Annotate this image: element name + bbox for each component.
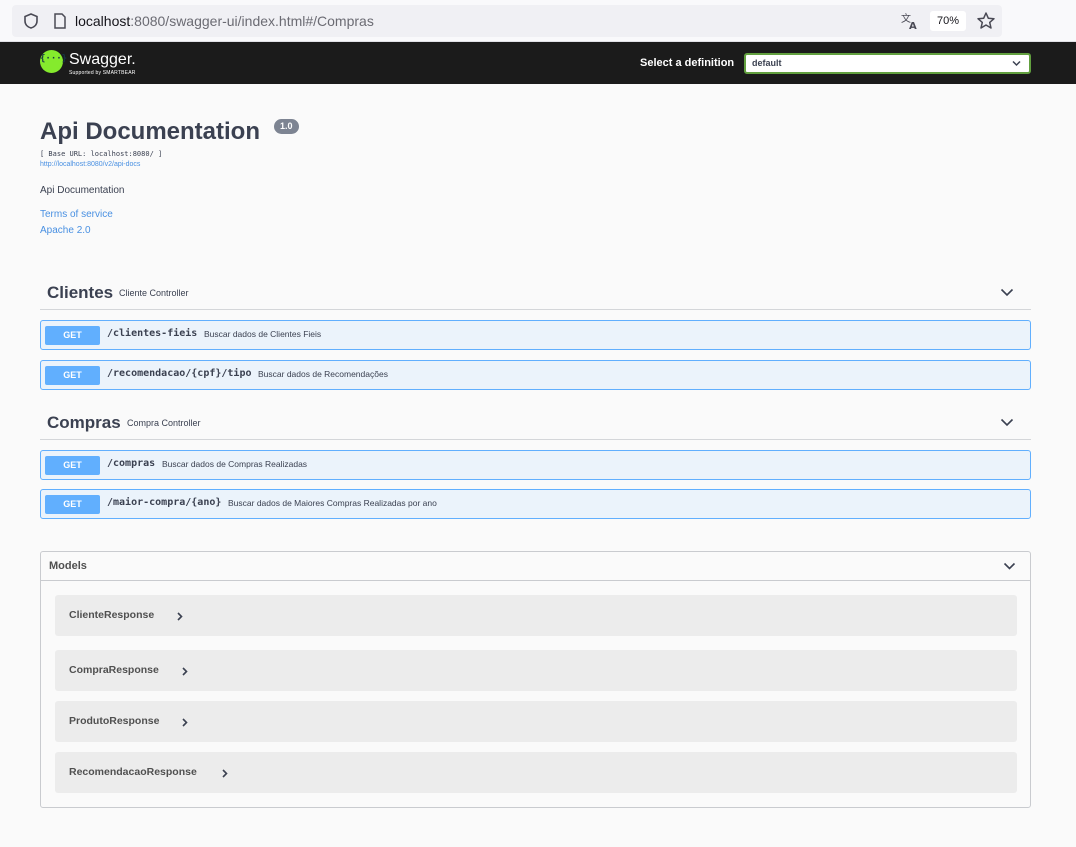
tag-name: Clientes: [47, 283, 114, 302]
model-name: CompraResponse: [69, 664, 159, 676]
tag-name: Compras: [47, 413, 121, 432]
tag-header-compras[interactable]: Compras Compra Controller: [40, 406, 1031, 440]
model-name: ClienteResponse: [69, 609, 155, 621]
tag-description: Compra Controller: [127, 418, 201, 428]
operation-summary: Buscar dados de Maiores Compras Realizad…: [228, 498, 437, 508]
models-section: Models ClienteResponse CompraResponse Pr…: [40, 551, 1031, 808]
model-name: ProdutoResponse: [69, 715, 160, 727]
definition-select[interactable]: default: [744, 53, 1031, 74]
models-header[interactable]: Models: [41, 552, 1030, 581]
model-produto-response[interactable]: ProdutoResponse: [55, 701, 1017, 742]
operation-path: /compras: [107, 458, 156, 469]
swagger-logo-icon[interactable]: {···}: [40, 50, 67, 73]
translate-icon[interactable]: 文 A: [900, 11, 920, 31]
version-badge: 1.0: [274, 119, 299, 134]
method-badge: GET: [45, 495, 100, 514]
chevron-right-icon: [222, 769, 228, 778]
model-compra-response[interactable]: CompraResponse: [55, 650, 1017, 691]
method-badge: GET: [45, 326, 100, 345]
operation-path: /clientes-fieis: [107, 328, 198, 339]
browser-toolbar: localhost:8080/swagger-ui/index.html#/Co…: [0, 0, 1076, 42]
swagger-logo-title[interactable]: Swagger.: [69, 51, 136, 69]
operation-get-clientes-fieis[interactable]: GET /clientes-fieis Buscar dados de Clie…: [40, 320, 1031, 350]
operation-get-compras[interactable]: GET /compras Buscar dados de Compras Rea…: [40, 450, 1031, 480]
swagger-topbar: {···} Swagger. Supported by SMARTBEAR Se…: [0, 42, 1076, 84]
method-badge: GET: [45, 456, 100, 475]
base-url: [ Base URL: localhost:8080/ ]: [40, 150, 163, 158]
method-badge: GET: [45, 366, 100, 385]
chevron-down-icon[interactable]: [1000, 418, 1014, 427]
shield-icon[interactable]: [22, 12, 40, 30]
operation-summary: Buscar dados de Recomendações: [258, 369, 388, 379]
address-bar[interactable]: localhost:8080/swagger-ui/index.html#/Co…: [12, 5, 1002, 37]
terms-of-service-link[interactable]: Terms of service: [40, 209, 113, 220]
svg-text:A: A: [909, 21, 917, 31]
definition-label: Select a definition: [640, 57, 735, 69]
api-title: Api Documentation: [40, 118, 260, 145]
model-name: RecomendacaoResponse: [69, 766, 197, 778]
chevron-down-icon: [1012, 60, 1021, 67]
model-cliente-response[interactable]: ClienteResponse: [55, 595, 1017, 636]
url-text[interactable]: localhost:8080/swagger-ui/index.html#/Co…: [75, 13, 374, 29]
operation-get-maior-compra[interactable]: GET /maior-compra/{ano} Buscar dados de …: [40, 489, 1031, 519]
operation-get-recomendacao-tipo[interactable]: GET /recomendacao/{cpf}/tipo Buscar dado…: [40, 360, 1031, 390]
chevron-right-icon: [177, 612, 183, 621]
tag-description: Cliente Controller: [119, 288, 189, 298]
models-title: Models: [49, 560, 87, 572]
chevron-down-icon[interactable]: [1000, 288, 1014, 297]
model-recomendacao-response[interactable]: RecomendacaoResponse: [55, 752, 1017, 793]
license-link[interactable]: Apache 2.0: [40, 225, 91, 236]
api-docs-link[interactable]: http://localhost:8080/v2/api-docs: [40, 161, 140, 168]
chevron-right-icon: [182, 667, 188, 676]
zoom-level-badge[interactable]: 70%: [930, 11, 966, 31]
api-description: Api Documentation: [40, 185, 125, 196]
tag-header-clientes[interactable]: Clientes Cliente Controller: [40, 276, 1031, 310]
definition-select-value: default: [752, 58, 782, 68]
operation-summary: Buscar dados de Compras Realizadas: [162, 459, 308, 469]
chevron-right-icon: [182, 718, 188, 727]
swagger-logo-subtitle: Supported by SMARTBEAR: [69, 70, 136, 76]
page-icon: [54, 13, 66, 29]
chevron-down-icon[interactable]: [1003, 562, 1016, 571]
operation-path: /maior-compra/{ano}: [107, 497, 222, 508]
bookmark-star-icon[interactable]: [976, 11, 996, 31]
operation-path: /recomendacao/{cpf}/tipo: [107, 368, 252, 379]
operation-summary: Buscar dados de Clientes Fieis: [204, 329, 322, 339]
